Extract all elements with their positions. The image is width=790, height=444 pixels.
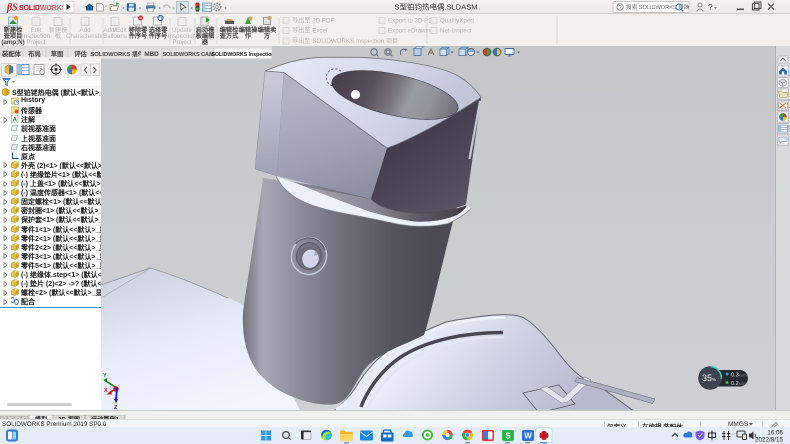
svg-text:Project: Project <box>26 39 46 46</box>
svg-text:S型铂钧热电偶.SLDASM: S型铂钧热电偶.SLDASM <box>395 2 478 12</box>
svg-text:Net-Inspect: Net-Inspect <box>440 28 472 35</box>
svg-text:X: X <box>104 388 108 394</box>
svg-text:βS: βS <box>6 3 18 14</box>
svg-text:QualityXpert: QualityXpert <box>440 18 474 25</box>
svg-text:Export to 3D PDF: Export to 3D PDF <box>388 18 437 25</box>
svg-text:W: W <box>524 432 532 441</box>
svg-text:SOLIDWORKS: SOLIDWORKS <box>19 5 67 12</box>
svg-text:(amp;N): (amp;N) <box>1 39 24 46</box>
svg-text:Characteristic: Characteristic <box>66 33 104 40</box>
svg-text:Balloons: Balloons <box>103 33 127 40</box>
svg-text:件序号: 件序号 <box>149 32 168 40</box>
svg-text:16:06: 16:06 <box>767 430 783 437</box>
svg-text:SOLIDWORKS Inspection: SOLIDWORKS Inspection <box>211 52 272 58</box>
svg-text:A: A <box>13 118 18 124</box>
svg-text:方: 方 <box>264 32 270 40</box>
svg-text:导出至 Excel: 导出至 Excel <box>292 27 327 35</box>
svg-text:器: 器 <box>201 38 209 46</box>
svg-text:件序号: 件序号 <box>129 32 148 40</box>
svg-text:导出至 SOLIDWORKS Inspection 项目: 导出至 SOLIDWORKS Inspection 项目 <box>292 37 398 45</box>
svg-text:作: 作 <box>245 32 252 40</box>
svg-text:S: S <box>505 432 511 441</box>
svg-text:SOLIDWORKS CAM: SOLIDWORKS CAM <box>163 52 214 58</box>
svg-text:Project: Project <box>172 39 192 46</box>
svg-text:MBD: MBD <box>144 51 159 58</box>
svg-text:导出至 2D PDF: 导出至 2D PDF <box>292 17 335 25</box>
svg-text:?: ? <box>708 2 713 12</box>
svg-text:2022/8/15: 2022/8/15 <box>755 437 784 444</box>
svg-text:Y: Y <box>103 373 107 379</box>
svg-text:查方式: 查方式 <box>219 32 239 40</box>
svg-text:板: 板 <box>55 32 61 40</box>
